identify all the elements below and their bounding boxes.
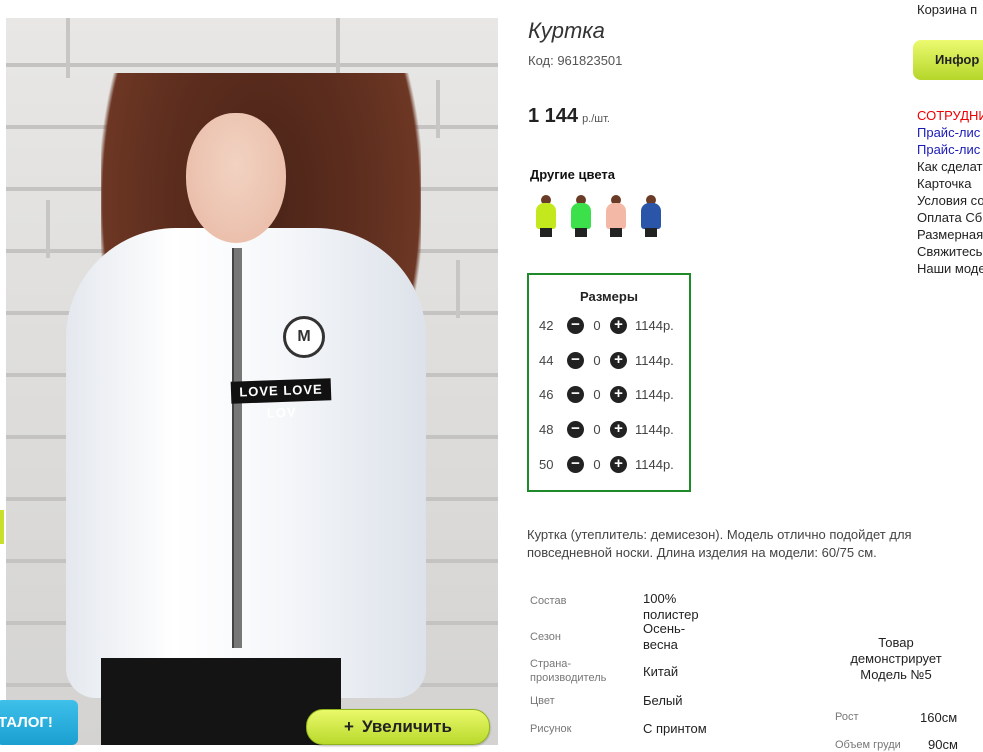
spec-value: Белый [643, 693, 683, 708]
model-spec-value: 160см [920, 710, 958, 725]
spec-value: Китай [643, 664, 679, 679]
swatch-legs [540, 228, 552, 237]
spec-label: Страна-производитель [530, 658, 607, 684]
price-value: 1 144 [528, 105, 579, 127]
size-row: 46 − 0 + 1144р. [539, 386, 674, 403]
size-price: 1144р. [635, 353, 674, 368]
minus-icon[interactable]: − [567, 386, 584, 403]
swatch-jacket [571, 203, 591, 229]
sidebar-links: СОТРУДНИ Прайс-лис Прайс-лис Как сделат … [917, 107, 983, 277]
sidebar-link[interactable]: Прайс-лис [917, 124, 983, 141]
sidebar-link[interactable]: Наши моде [917, 260, 983, 277]
minus-icon[interactable]: − [567, 352, 584, 369]
size-price: 1144р. [635, 457, 674, 472]
product-price: 1 144 р./шт. [528, 105, 610, 128]
price-unit: р./шт. [582, 113, 610, 125]
swatch-legs [575, 228, 587, 237]
brick-joint [66, 18, 70, 78]
size-label: 48 [539, 422, 554, 437]
size-quantity[interactable]: 0 [584, 422, 610, 437]
swatch-legs [610, 228, 622, 237]
model-spec-label: Объем груди [835, 739, 901, 751]
jacket-zipper [232, 248, 242, 648]
cart-link[interactable]: Корзина п [917, 2, 977, 17]
color-swatch-peach[interactable] [603, 193, 629, 237]
spec-label: Сезон [530, 631, 561, 643]
plus-icon[interactable]: + [610, 421, 627, 438]
size-price: 1144р. [635, 318, 674, 333]
minus-icon[interactable]: − [567, 421, 584, 438]
side-accent [0, 510, 4, 544]
spec-label: Состав [530, 595, 567, 607]
size-label: 44 [539, 353, 554, 368]
jacket-badge: M [283, 316, 325, 358]
white-jacket [66, 228, 426, 698]
brick-joint [436, 80, 440, 138]
plus-icon[interactable]: + [610, 317, 627, 334]
spec-value: С принтом [643, 721, 707, 736]
size-quantity[interactable]: 0 [584, 457, 610, 472]
brick-joint [456, 260, 460, 318]
plus-icon[interactable]: + [610, 352, 627, 369]
model-pants [101, 658, 341, 745]
color-swatch-green[interactable] [568, 193, 594, 237]
size-label: 50 [539, 457, 554, 472]
size-quantity[interactable]: 0 [584, 387, 610, 402]
model-face [186, 113, 286, 243]
sizes-title: Размеры [580, 289, 638, 304]
color-swatch-lime[interactable] [533, 193, 559, 237]
sidebar-link[interactable]: СОТРУДНИ [917, 107, 983, 124]
swatch-legs [645, 228, 657, 237]
product-photo[interactable]: M LOVE LOVE LOV [6, 18, 498, 745]
sidebar-link[interactable]: Прайс-лис [917, 141, 983, 158]
size-price: 1144р. [635, 422, 674, 437]
model-caption: Товар демонстрирует Модель №5 [850, 635, 942, 682]
plus-icon[interactable]: + [610, 456, 627, 473]
plus-icon[interactable]: + [610, 386, 627, 403]
sidebar-link[interactable]: Как сделат [917, 158, 983, 175]
zoom-button-label: Увеличить [361, 717, 452, 736]
sidebar-link[interactable]: Оплата Сб [917, 209, 983, 226]
sidebar-link[interactable]: Карточка [917, 175, 983, 192]
catalog-tag[interactable]: ТАЛОГ! [0, 700, 78, 745]
sizes-panel: Размеры 42 − 0 + 1144р. 44 − 0 + 1144р. … [527, 273, 691, 492]
brick-joint [336, 18, 340, 78]
size-row: 42 − 0 + 1144р. [539, 317, 674, 334]
size-price: 1144р. [635, 387, 674, 402]
swatch-jacket [536, 203, 556, 229]
other-colors-list [533, 193, 664, 237]
zoom-button[interactable]: + Увеличить [306, 709, 490, 745]
size-row: 48 − 0 + 1144р. [539, 421, 674, 438]
jacket-love-band: LOVE LOVE LOV [230, 378, 332, 421]
sidebar-link[interactable]: Условия со [917, 192, 983, 209]
spec-label: Цвет [530, 695, 555, 707]
size-label: 46 [539, 387, 554, 402]
minus-icon[interactable]: − [567, 456, 584, 473]
size-row: 50 − 0 + 1144р. [539, 456, 674, 473]
size-quantity[interactable]: 0 [584, 353, 610, 368]
product-title: Куртка [528, 18, 605, 43]
size-quantity[interactable]: 0 [584, 318, 610, 333]
color-swatch-blue[interactable] [638, 193, 664, 237]
info-button[interactable]: Инфор [913, 40, 983, 80]
spec-value: Осень-весна [643, 621, 686, 652]
swatch-jacket [641, 203, 661, 229]
size-row: 44 − 0 + 1144р. [539, 352, 674, 369]
swatch-jacket [606, 203, 626, 229]
sidebar-link[interactable]: Свяжитесь [917, 243, 983, 260]
spec-label: Рисунок [530, 723, 572, 735]
minus-icon[interactable]: − [567, 317, 584, 334]
plus-icon: + [344, 717, 354, 736]
brick-joint [46, 200, 50, 258]
sidebar-link[interactable]: Размерная [917, 226, 983, 243]
other-colors-title: Другие цвета [530, 167, 615, 182]
size-label: 42 [539, 318, 554, 333]
model-spec-label: Рост [835, 711, 859, 723]
product-code: Код: 961823501 [528, 53, 623, 68]
spec-value: 100% полистер [643, 591, 699, 622]
product-description: Куртка (утеплитель: демисезон). Модель о… [527, 527, 912, 560]
